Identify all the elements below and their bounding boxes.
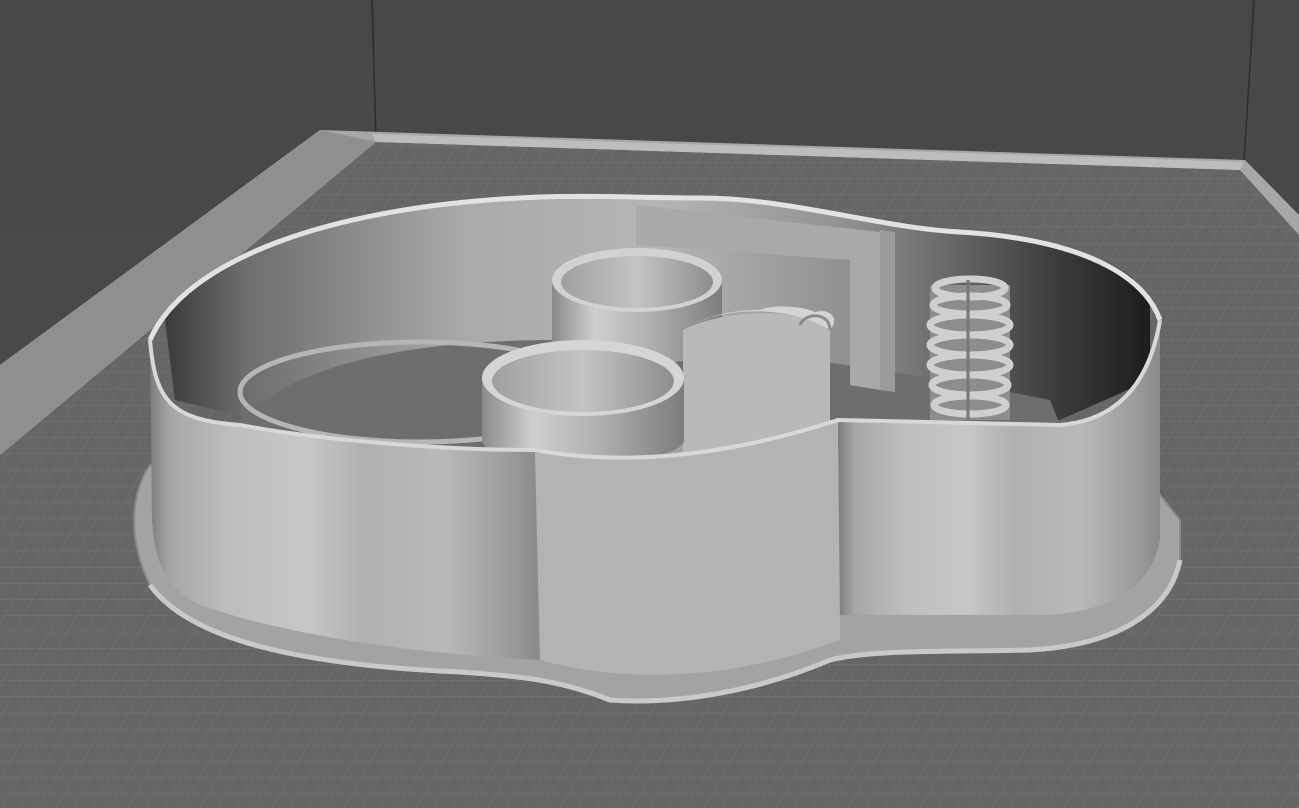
- 3d-viewport[interactable]: [0, 0, 1299, 808]
- 3d-model[interactable]: [133, 193, 1183, 704]
- cylinder-front: [482, 340, 684, 463]
- divider-wall: [880, 230, 895, 392]
- viewport-canvas[interactable]: [0, 0, 1299, 808]
- spring-stack: [926, 275, 1014, 420]
- outer-wall-middle: [535, 420, 840, 675]
